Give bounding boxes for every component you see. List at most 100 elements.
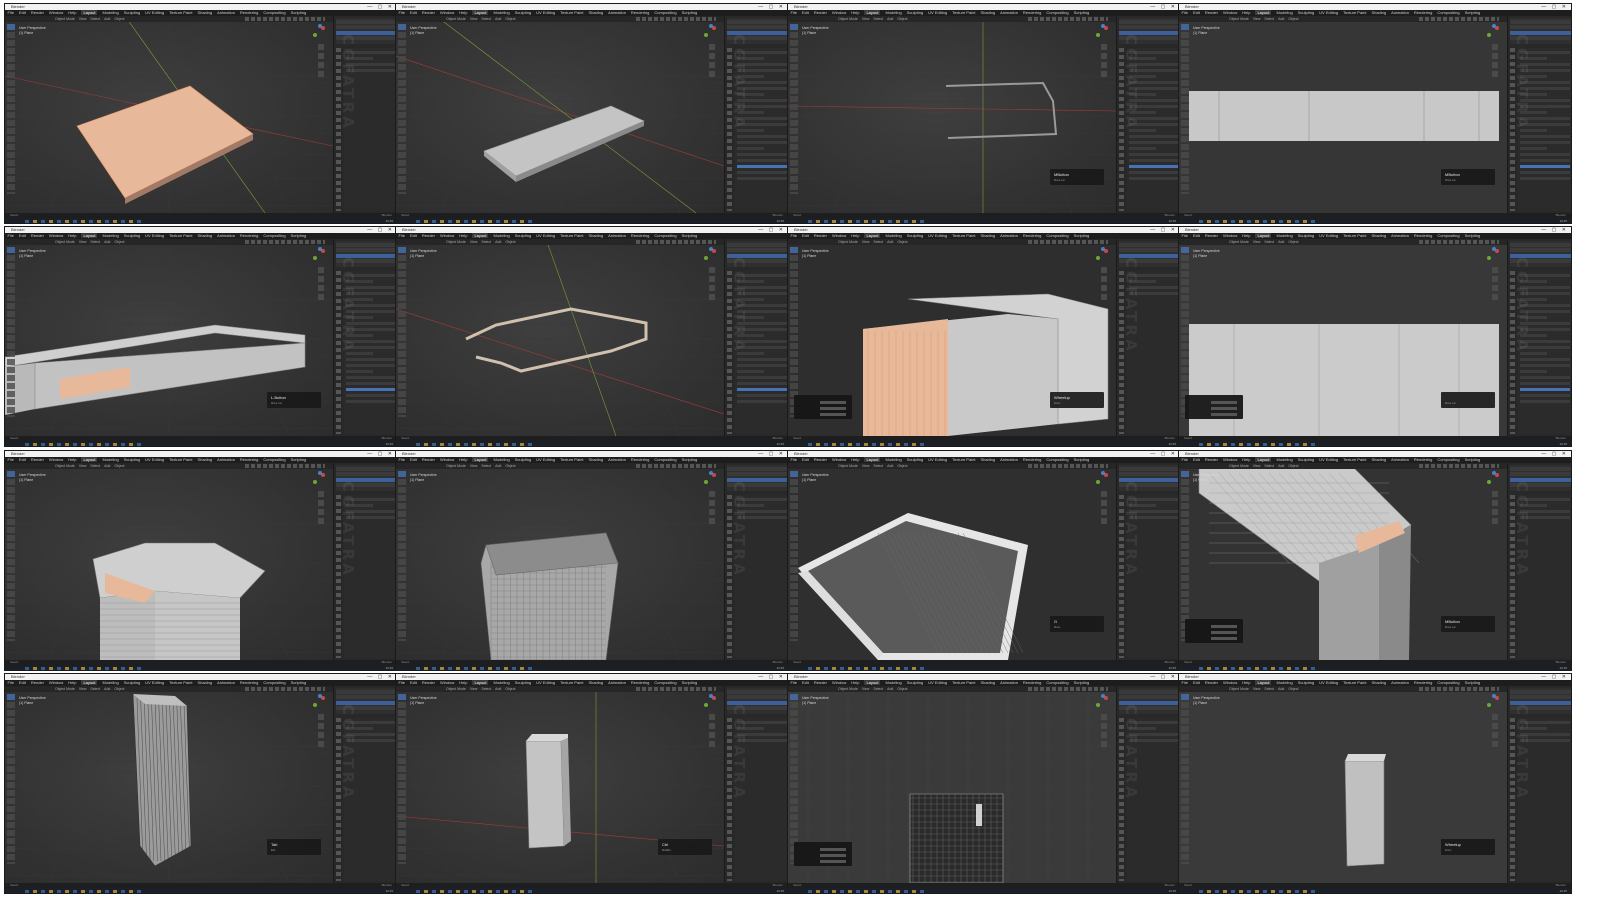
header-menu-item[interactable]: Object Mode bbox=[838, 464, 858, 468]
workspace-tab[interactable]: Scripting bbox=[1465, 457, 1481, 462]
workspace-tab[interactable]: Texture Paint bbox=[560, 680, 583, 685]
select-tool-icon[interactable] bbox=[790, 24, 798, 30]
workspace-tab[interactable]: Scripting bbox=[1074, 10, 1090, 15]
3d-viewport[interactable]: User Perspective (1) Plane bbox=[396, 16, 724, 213]
shading-mode-icons[interactable] bbox=[1028, 17, 1108, 21]
menu-item[interactable]: Edit bbox=[802, 457, 809, 462]
taskbar-app-icons[interactable] bbox=[808, 442, 928, 446]
workspace-tab[interactable]: Sculpting bbox=[124, 10, 140, 15]
menu-item[interactable]: Help bbox=[68, 457, 76, 462]
workspace-tab[interactable]: Animation bbox=[608, 10, 626, 15]
menu-item[interactable]: Edit bbox=[19, 233, 26, 238]
menu-item[interactable]: Edit bbox=[1193, 457, 1200, 462]
menu-item[interactable]: Help bbox=[851, 680, 859, 685]
select-tool-icon[interactable] bbox=[398, 24, 406, 30]
workspace-tab[interactable]: Layout bbox=[81, 457, 98, 462]
outliner-row[interactable] bbox=[1510, 466, 1571, 471]
workspace-tab[interactable]: Animation bbox=[608, 233, 626, 238]
shading-mode-icons[interactable] bbox=[1419, 240, 1499, 244]
header-menu-item[interactable]: Object Mode bbox=[838, 240, 858, 244]
header-menu-item[interactable]: Object Mode bbox=[1229, 17, 1249, 21]
view-navigation-buttons[interactable] bbox=[1101, 267, 1107, 301]
workspace-tab[interactable]: UV Editing bbox=[1319, 10, 1338, 15]
menu-item[interactable]: Help bbox=[851, 457, 859, 462]
workspace-tab[interactable]: UV Editing bbox=[536, 233, 555, 238]
workspace-tab[interactable]: Animation bbox=[1000, 233, 1018, 238]
workspace-tab[interactable]: Scripting bbox=[682, 233, 698, 238]
taskbar-app-icons[interactable] bbox=[416, 219, 536, 223]
menu-item[interactable]: Window bbox=[832, 680, 846, 685]
workspace-tab[interactable]: Compositing bbox=[263, 457, 285, 462]
gizmo-axis-icon[interactable] bbox=[313, 33, 317, 37]
navigation-gizmo[interactable] bbox=[702, 24, 718, 40]
menu-item[interactable]: Help bbox=[851, 10, 859, 15]
header-menu-item[interactable]: Object bbox=[1288, 17, 1298, 21]
menu-item[interactable]: Render bbox=[31, 10, 44, 15]
workspace-tab[interactable]: Sculpting bbox=[515, 233, 531, 238]
menu-item[interactable]: Window bbox=[1223, 457, 1237, 462]
menu-item[interactable]: Window bbox=[49, 680, 63, 685]
workspace-tab[interactable]: Compositing bbox=[1046, 457, 1068, 462]
header-menu-item[interactable]: Add bbox=[887, 464, 893, 468]
3d-viewport[interactable]: User Perspective (1) Plane bbox=[396, 239, 724, 436]
gizmo-axis-icon[interactable] bbox=[318, 24, 322, 28]
workspace-tab[interactable]: UV Editing bbox=[536, 680, 555, 685]
menu-item[interactable]: File bbox=[8, 680, 14, 685]
menu-item[interactable]: Edit bbox=[802, 233, 809, 238]
outliner-row[interactable] bbox=[1119, 19, 1180, 24]
workspace-tab[interactable]: Modeling bbox=[1276, 680, 1292, 685]
header-menu-item[interactable]: Add bbox=[1278, 687, 1284, 691]
menu-item[interactable]: Help bbox=[68, 680, 76, 685]
header-menu-item[interactable]: Object Mode bbox=[446, 17, 466, 21]
workspace-tab[interactable]: Scripting bbox=[1465, 233, 1481, 238]
operator-field[interactable] bbox=[820, 413, 846, 416]
gizmo-axis-icon[interactable] bbox=[1101, 694, 1105, 698]
workspace-tab[interactable]: Rendering bbox=[1414, 457, 1432, 462]
menu-item[interactable]: File bbox=[1182, 10, 1188, 15]
workspace-tab[interactable]: Animation bbox=[1000, 680, 1018, 685]
gizmo-axis-icon[interactable] bbox=[1492, 471, 1496, 475]
header-menu-item[interactable]: Select bbox=[481, 240, 491, 244]
workspace-tab[interactable]: Animation bbox=[217, 10, 235, 15]
header-menu-item[interactable]: View bbox=[79, 240, 87, 244]
menu-item[interactable]: Render bbox=[422, 233, 435, 238]
workspace-tab[interactable]: Modeling bbox=[885, 457, 901, 462]
menu-item[interactable]: Help bbox=[1242, 457, 1250, 462]
menu-item[interactable]: Window bbox=[440, 680, 454, 685]
workspace-tab[interactable]: Animation bbox=[217, 233, 235, 238]
menu-item[interactable]: Help bbox=[1242, 233, 1250, 238]
workspace-tab[interactable]: Sculpting bbox=[1298, 457, 1314, 462]
workspace-tab[interactable]: Shading bbox=[588, 10, 603, 15]
tool-shelf[interactable] bbox=[1181, 24, 1189, 194]
workspace-tab[interactable]: UV Editing bbox=[928, 10, 947, 15]
workspace-tab[interactable]: Modeling bbox=[885, 10, 901, 15]
header-menu-item[interactable]: Add bbox=[495, 240, 501, 244]
header-menu-item[interactable]: Add bbox=[495, 687, 501, 691]
workspace-tab[interactable]: Scripting bbox=[1465, 680, 1481, 685]
shading-mode-icons[interactable] bbox=[1419, 17, 1499, 21]
menu-item[interactable]: Help bbox=[1242, 10, 1250, 15]
outliner-row[interactable] bbox=[1119, 248, 1180, 252]
menu-item[interactable]: File bbox=[791, 457, 797, 462]
header-menu-item[interactable]: Object bbox=[505, 240, 515, 244]
header-menu-item[interactable]: Select bbox=[1264, 687, 1274, 691]
menu-item[interactable]: File bbox=[399, 680, 405, 685]
operator-field[interactable] bbox=[820, 854, 846, 857]
gizmo-axis-icon[interactable] bbox=[1096, 256, 1100, 260]
taskbar-app-icons[interactable] bbox=[1199, 442, 1319, 446]
workspace-tab[interactable]: Shading bbox=[1371, 680, 1386, 685]
header-menu-item[interactable]: View bbox=[1253, 687, 1261, 691]
workspace-tab[interactable]: Sculpting bbox=[907, 10, 923, 15]
workspace-tab[interactable]: Shading bbox=[980, 233, 995, 238]
workspace-tab[interactable]: Rendering bbox=[631, 680, 649, 685]
menu-item[interactable]: Window bbox=[440, 233, 454, 238]
taskbar-app-icons[interactable] bbox=[1199, 666, 1319, 670]
menu-item[interactable]: Render bbox=[422, 10, 435, 15]
workspace-tab[interactable]: Animation bbox=[1000, 457, 1018, 462]
gizmo-axis-icon[interactable] bbox=[1101, 24, 1105, 28]
workspace-tab[interactable]: Sculpting bbox=[515, 457, 531, 462]
operator-field[interactable] bbox=[1211, 407, 1237, 410]
workspace-tab[interactable]: Scripting bbox=[1074, 680, 1090, 685]
header-menu-item[interactable]: Add bbox=[887, 687, 893, 691]
workspace-tab[interactable]: Scripting bbox=[291, 10, 307, 15]
